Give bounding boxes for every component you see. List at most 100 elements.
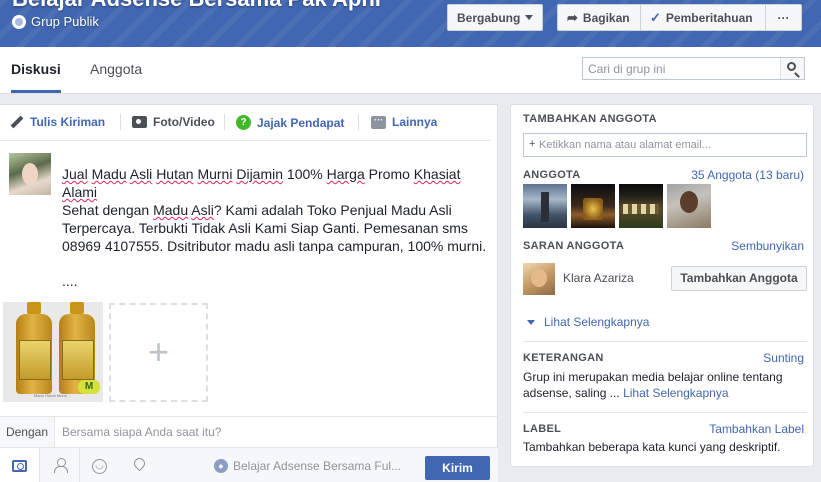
suggested-members-title: SARAN ANGGOTA	[523, 240, 625, 252]
tag-person-icon	[53, 458, 68, 473]
members-title: ANGGOTA	[523, 169, 581, 181]
search-input[interactable]	[583, 58, 781, 79]
search-icon	[787, 62, 796, 71]
check-in-action[interactable]	[120, 448, 160, 482]
tab-write-post-label: Tulis Kiriman	[30, 115, 106, 129]
member-avatar[interactable]	[667, 184, 711, 228]
share-icon: ➦	[567, 9, 578, 25]
group-privacy-label: Grup Publik	[31, 14, 99, 29]
globe-icon	[12, 14, 26, 29]
tab-more-label: Lainnya	[392, 115, 438, 129]
tab-photo-video[interactable]: Foto/Video	[132, 115, 215, 129]
tag-friends-row: Dengan	[0, 416, 498, 447]
group-tabs-bar: Diskusi Anggota	[0, 47, 821, 94]
tab-discussion[interactable]: Diskusi	[11, 47, 61, 93]
notifications-button-label: Pemberitahuan	[665, 10, 753, 25]
photo-caption: Madu Hutan Murni	[34, 393, 67, 398]
camera-icon	[12, 460, 27, 472]
edit-about-link[interactable]: Sunting	[763, 351, 804, 365]
check-icon: ✓	[650, 9, 661, 25]
divider	[523, 341, 807, 342]
post-word: Harga	[326, 166, 365, 182]
post-word: Madu	[153, 202, 189, 218]
chevron-down-icon	[525, 15, 534, 20]
label-description: Tambahkan beberapa kata kunci yang deskr…	[523, 440, 781, 454]
post-word: Dijamin	[236, 166, 284, 182]
tag-people-action[interactable]	[40, 448, 80, 482]
member-avatar[interactable]	[571, 184, 615, 228]
tab-poll[interactable]: ? Jajak Pendapat	[236, 115, 344, 130]
tab-poll-label: Jajak Pendapat	[257, 115, 345, 130]
attached-photo[interactable]: M Madu Hutan Murni	[3, 302, 103, 402]
composer-actions: ◡ ● Belajar Adsense Bersama Ful... Kirim	[0, 447, 498, 482]
group-search	[582, 57, 805, 80]
search-button[interactable]	[780, 58, 804, 79]
label-title: LABEL	[523, 423, 562, 435]
share-button[interactable]: ➦ Bagikan	[557, 4, 641, 31]
post-word: Alami	[62, 184, 98, 200]
group-cover: Belajar Adsense Bersama Pak Apni Grup Pu…	[0, 0, 821, 47]
more-icon: ···	[371, 115, 386, 129]
composer-tabs: Tulis Kiriman Foto/Video ? Jajak Pendapa…	[0, 105, 490, 141]
add-member-button[interactable]: Tambahkan Anggota	[671, 266, 807, 291]
notifications-button[interactable]: ✓ Pemberitahuan	[640, 4, 766, 31]
group-icon: ●	[214, 459, 228, 473]
divider	[358, 114, 359, 130]
post-text-segment: Sehat dengan	[62, 202, 150, 218]
more-icon: ···	[777, 10, 790, 25]
post-ellipsis: ....	[62, 273, 78, 289]
join-button[interactable]: Bergabung	[447, 4, 543, 31]
tag-friends-input[interactable]	[62, 424, 482, 440]
user-avatar	[9, 153, 51, 195]
tab-photo-video-label: Foto/Video	[153, 115, 215, 129]
about-text: Grup ini merupakan media belajar online …	[523, 369, 793, 401]
poll-icon: ?	[236, 115, 251, 130]
audience-selector[interactable]: ● Belajar Adsense Bersama Ful...	[214, 459, 401, 473]
divider	[224, 114, 225, 130]
chevron-down-icon	[527, 319, 535, 325]
honey-bottle-image	[16, 302, 52, 394]
members-count-link[interactable]: 35 Anggota (13 baru)	[691, 168, 804, 182]
suggested-member-avatar[interactable]	[523, 263, 555, 295]
add-photo-button[interactable]: +	[109, 303, 208, 402]
see-more-link[interactable]: Lihat Selengkapnya	[527, 315, 649, 329]
group-title[interactable]: Belajar Adsense Bersama Pak Apni	[12, 0, 381, 12]
add-photo-action[interactable]	[0, 448, 40, 482]
hide-suggestions-link[interactable]: Sembunyikan	[731, 239, 804, 253]
post-word: Hutan	[156, 166, 194, 182]
add-members-input[interactable]	[539, 137, 801, 153]
group-sidebar: TAMBAHKAN ANGGOTA + ANGGOTA 35 Anggota (…	[510, 104, 814, 467]
see-more-label: Lihat Selengkapnya	[544, 315, 650, 329]
plus-icon: +	[529, 138, 536, 150]
group-privacy: Grup Publik	[12, 14, 99, 29]
add-label-link[interactable]: Tambahkan Label	[709, 422, 804, 436]
member-avatar[interactable]	[523, 184, 567, 228]
feeling-action[interactable]: ◡	[80, 448, 120, 482]
post-word: Promo	[368, 166, 410, 182]
share-button-label: Bagikan	[582, 10, 630, 25]
smiley-icon: ◡	[92, 459, 107, 474]
post-word: Asli	[191, 202, 214, 218]
tab-members[interactable]: Anggota	[90, 47, 142, 93]
post-word: 100%	[286, 166, 323, 182]
post-word: Madu	[91, 166, 127, 182]
suggested-member-name[interactable]: Klara Azariza	[563, 271, 634, 285]
post-word: Khasiat	[413, 166, 461, 182]
member-avatar[interactable]	[619, 184, 663, 228]
post-button[interactable]: Kirim	[425, 456, 490, 480]
about-see-more-link[interactable]: Lihat Selengkapnya	[623, 386, 728, 400]
pencil-icon	[10, 115, 24, 129]
tab-write-post[interactable]: Tulis Kiriman	[10, 115, 105, 129]
tab-more[interactable]: ··· Lainnya	[371, 115, 437, 129]
more-options-button[interactable]: ···	[765, 4, 802, 31]
post-word: Murni	[197, 166, 233, 182]
with-label: Dengan	[0, 417, 55, 447]
photo-logo: M	[78, 380, 100, 394]
post-text[interactable]: Jual Madu Asli Hutan Murni Dijamin 100% …	[62, 165, 487, 255]
camera-icon	[132, 116, 147, 128]
join-button-label: Bergabung	[457, 10, 521, 25]
post-word: Asli	[129, 166, 153, 182]
post-composer: Tulis Kiriman Foto/Video ? Jajak Pendapa…	[0, 104, 498, 482]
divider	[523, 412, 807, 413]
audience-label: Belajar Adsense Bersama Ful...	[233, 459, 402, 473]
